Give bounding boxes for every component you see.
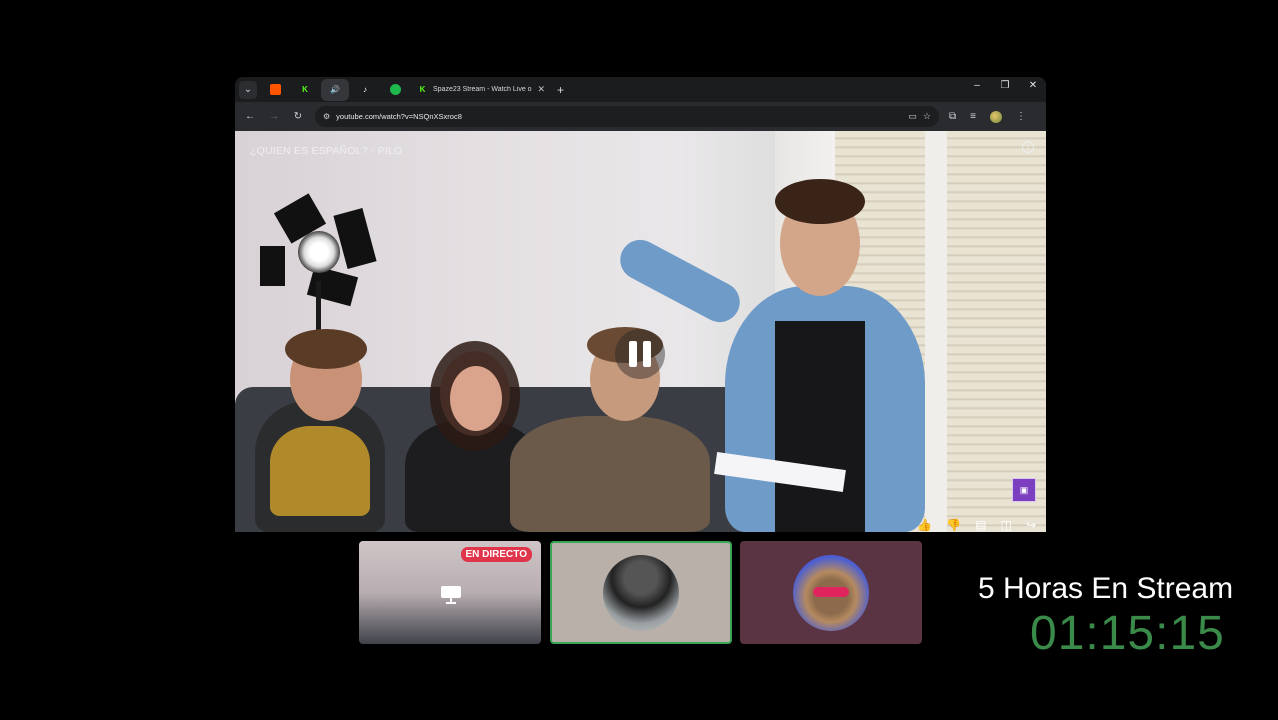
screen-share-icon — [441, 586, 461, 604]
address-bar[interactable]: ⚙ youtube.com/watch?v=NSQnXSxroc8 ▭ ☆ — [315, 106, 939, 127]
browser-toolbar: ← → ↻ ⚙ youtube.com/watch?v=NSQnXSxroc8 … — [235, 102, 1046, 131]
sunglasses — [813, 586, 849, 597]
like-icon[interactable]: 👍 — [917, 518, 932, 532]
timer-label: 5 Horas En Stream — [978, 572, 1234, 605]
live-badge: EN DIRECTO — [460, 547, 532, 562]
person-4-hair — [775, 179, 865, 224]
speaker-icon: 🔊 — [330, 85, 340, 94]
timer-value: 01:15:15 — [1030, 607, 1225, 660]
url-text: youtube.com/watch?v=NSQnXSxroc8 — [336, 112, 462, 121]
person-2-face — [450, 366, 502, 431]
info-icon[interactable]: i — [1022, 141, 1034, 153]
site-info-icon[interactable]: ⚙ — [323, 112, 330, 121]
person-4-arm — [613, 232, 747, 330]
toolbar-right: ⧉ ≡ ⋮ — [949, 110, 1026, 123]
restore-button[interactable]: ❐ — [998, 80, 1012, 91]
tab-strip: ⌄ K 🔊 ♪ K Spaze23 Stream - Watch Live o … — [235, 77, 1046, 102]
kick-favicon-icon: K — [302, 85, 308, 94]
background-mullion — [925, 131, 947, 532]
video-player[interactable]: ¿QUIEN ES ESPAÑOL? · PILO i ▣ 👍 👎 ▤ ◫ ↪ — [235, 131, 1046, 532]
extensions-icon[interactable]: ⧉ — [949, 111, 956, 122]
tiktok-favicon-icon: ♪ — [363, 85, 367, 94]
studio-lamp — [260, 191, 380, 401]
cast-icon[interactable]: ▭ — [908, 111, 917, 122]
tab-title: Spaze23 Stream - Watch Live o — [433, 86, 532, 93]
pinned-tab-tiktok[interactable]: ♪ — [351, 79, 379, 101]
channel-badge-icon[interactable]: ▣ — [1012, 478, 1036, 502]
new-tab-button[interactable]: + — [557, 83, 564, 97]
person-3 — [510, 416, 710, 532]
tab-spaze23-stream[interactable]: K Spaze23 Stream - Watch Live o ✕ — [411, 79, 551, 101]
share-icon[interactable]: ↪ — [1026, 518, 1036, 532]
video-title: ¿QUIEN ES ESPAÑOL? · PILO — [250, 145, 403, 157]
dislike-icon[interactable]: 👎 — [946, 518, 961, 532]
stream-layout: ⌄ K 🔊 ♪ K Spaze23 Stream - Watch Live o … — [0, 0, 1278, 720]
minimize-button[interactable]: – — [970, 80, 984, 91]
tile-participant-selected[interactable] — [550, 541, 732, 644]
save-icon[interactable]: ◫ — [1001, 518, 1012, 532]
person-1-hair — [285, 329, 367, 369]
participant-avatar — [603, 554, 679, 631]
soundcloud-favicon-icon — [269, 84, 281, 95]
tab-search-chevron-icon[interactable]: ⌄ — [239, 80, 257, 99]
close-tab-icon[interactable]: ✕ — [537, 84, 545, 95]
pinned-tab-1[interactable] — [261, 79, 289, 101]
window-controls: – ❐ ✕ — [970, 80, 1040, 91]
back-button[interactable]: ← — [243, 111, 257, 122]
media-controls-icon[interactable]: ≡ — [970, 111, 976, 122]
pinned-tab-audio[interactable]: 🔊 — [321, 78, 349, 101]
participant-avatar — [793, 554, 869, 631]
pinned-tab-2[interactable]: K — [291, 79, 319, 101]
profile-avatar[interactable] — [989, 110, 1002, 123]
pinned-tab-green[interactable] — [381, 79, 409, 101]
pause-icon[interactable] — [615, 329, 665, 379]
close-window-button[interactable]: ✕ — [1026, 80, 1040, 91]
more-menu-icon[interactable]: ⋮ — [1016, 111, 1026, 122]
tile-participant-cat[interactable] — [740, 541, 922, 644]
green-circle-favicon-icon — [389, 84, 401, 95]
kick-favicon-icon: K — [419, 85, 426, 94]
reload-button[interactable]: ↻ — [291, 111, 305, 122]
person-4-shirt — [775, 321, 865, 532]
browser-window: ⌄ K 🔊 ♪ K Spaze23 Stream - Watch Live o … — [235, 77, 1046, 532]
bookmark-star-icon[interactable]: ☆ — [923, 111, 931, 122]
forward-button[interactable]: → — [267, 111, 281, 122]
tile-live-preview[interactable]: EN DIRECTO — [359, 541, 541, 644]
video-actions: 👍 👎 ▤ ◫ ↪ — [917, 518, 1036, 532]
comment-icon[interactable]: ▤ — [975, 518, 986, 532]
person-1-jacket — [270, 426, 370, 516]
